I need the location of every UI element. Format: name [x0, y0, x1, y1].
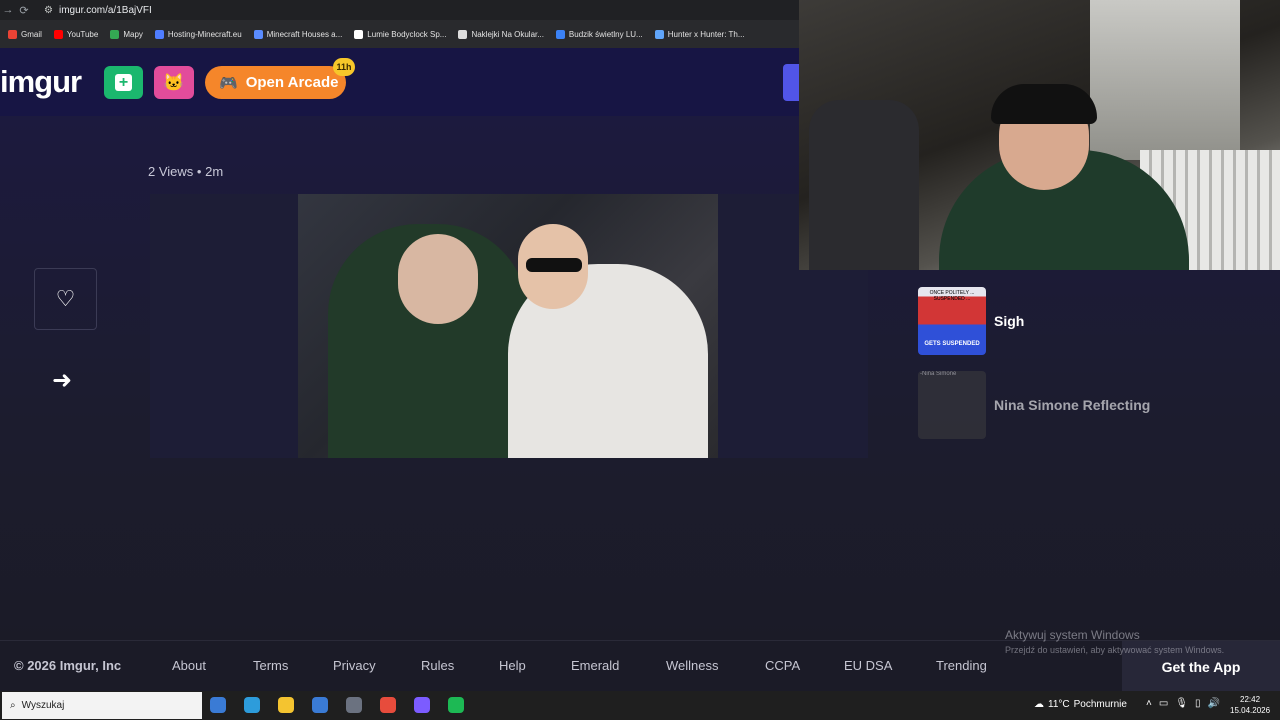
taskbar-app-icon[interactable] [278, 697, 294, 713]
footer-link-terms[interactable]: Terms [253, 658, 288, 673]
share-button[interactable]: ➜ [52, 366, 72, 395]
youtube-icon [53, 29, 63, 39]
shop-icon [458, 29, 468, 39]
post-image[interactable] [298, 194, 718, 458]
bookmark-naklejki[interactable]: Naklejki Na Okular... [458, 29, 544, 39]
sidebar-post-title: Sigh [994, 313, 1025, 329]
chevron-up-icon[interactable]: ˄ [1146, 698, 1152, 709]
bookmark-lumie[interactable]: Lumie Bodyclock Sp... [354, 29, 446, 39]
footer-link-wellness[interactable]: Wellness [666, 658, 719, 673]
open-arcade-button[interactable]: 🎮 Open Arcade [205, 66, 346, 99]
sign-up-button-edge[interactable] [783, 64, 800, 101]
temperature: 11°C [1048, 699, 1070, 710]
hosting-icon [154, 29, 164, 39]
gmail-icon [8, 29, 17, 39]
url-text[interactable]: imgur.com/a/1BajVFI [59, 5, 152, 16]
heart-icon: ♡ [55, 286, 76, 311]
meta-separator: • [196, 164, 202, 179]
cloud-icon: ☁ [1034, 699, 1044, 710]
imgur-header: imgur + 🐱 🎮 Open Arcade 11h [0, 48, 800, 116]
search-icon: ⌕ [10, 700, 16, 711]
weather-condition: Pochmurnie [1073, 699, 1127, 710]
post-age: 2m [205, 164, 224, 179]
shop-icon [555, 29, 565, 39]
plus-icon: + [115, 74, 132, 91]
footer-link-ccpa[interactable]: CCPA [765, 658, 800, 673]
sidebar-post-sigh[interactable]: ONCE POLITELY ... SUSPENDED ... GETS SUS… [918, 286, 1234, 356]
windows-taskbar: ⌕ Wyszukaj ☁ 11°C Pochmurnie ˄ ▭ 🎙 ▯ 🔊 2… [0, 691, 1280, 720]
site-info-icon[interactable]: ⚙ [44, 5, 53, 16]
footer-link-privacy[interactable]: Privacy [333, 658, 376, 673]
new-post-button[interactable]: + [104, 66, 143, 99]
clock-date: 15.04.2026 [1230, 706, 1271, 715]
taskbar-app-icon[interactable] [346, 697, 362, 713]
footer-link-trending[interactable]: Trending [936, 658, 987, 673]
taskbar-app-icon[interactable] [448, 697, 464, 713]
footer-link-help[interactable]: Help [499, 658, 526, 673]
bookmark-hosting[interactable]: Hosting-Minecraft.eu [154, 29, 242, 39]
bookmark-minecraft-houses[interactable]: Minecraft Houses a... [253, 29, 342, 39]
post-thumbnail: -Nina Simone [918, 371, 986, 439]
network-icon[interactable]: ▭ [1159, 698, 1168, 709]
footer-link-about[interactable]: About [172, 658, 206, 673]
bookmark-mapy[interactable]: Mapy [110, 29, 143, 39]
system-tray: ˄ ▭ 🎙 ▯ 🔊 [1146, 698, 1220, 709]
post-meta: 2 Views • 2m [148, 164, 223, 179]
clock-time: 22:42 [1240, 695, 1261, 704]
bookmark-budzik[interactable]: Budzik świetlny LU... [555, 29, 643, 39]
taskbar-search-placeholder: Wyszukaj [21, 700, 65, 711]
forward-icon[interactable]: → [0, 4, 16, 16]
maps-icon [110, 29, 120, 39]
taskbar-weather[interactable]: ☁ 11°C Pochmurnie [1034, 699, 1127, 710]
gamepad-icon: 🎮 [219, 74, 238, 92]
taskbar-app-icon[interactable] [312, 697, 328, 713]
windows-activation-hint: Przejdź do ustawień, aby aktywować syste… [1005, 645, 1225, 655]
webcam-overlay [799, 0, 1280, 270]
pet-button[interactable]: 🐱 [154, 66, 194, 99]
taskbar-app-icon[interactable] [210, 697, 226, 713]
sidebar-post-title: Nina Simone Reflecting [994, 397, 1151, 413]
browser-address-bar: → ⟳ ⚙ imgur.com/a/1BajVFI [0, 0, 800, 20]
footer-link-rules[interactable]: Rules [421, 658, 454, 673]
battery-icon[interactable]: ▯ [1195, 698, 1201, 709]
taskbar-search[interactable]: ⌕ Wyszukaj [2, 692, 202, 719]
taskbar-apps [210, 697, 464, 713]
footer-link-eu-dsa[interactable]: EU DSA [844, 658, 892, 673]
bookmark-youtube[interactable]: YouTube [53, 29, 98, 39]
imgur-logo[interactable]: imgur [0, 64, 82, 100]
taskbar-app-icon[interactable] [414, 697, 430, 713]
taskbar-app-icon[interactable] [244, 697, 260, 713]
sidebar-post-nina[interactable]: -Nina Simone Nina Simone Reflecting [918, 370, 1234, 440]
bookmark-gmail[interactable]: Gmail [8, 29, 42, 39]
pet-face-icon: 🐱 [163, 72, 185, 92]
copyright: © 2026 Imgur, Inc [14, 658, 122, 673]
arcade-badge: 11h [333, 58, 355, 76]
like-button[interactable]: ♡ [34, 268, 97, 330]
bookmark-hunter[interactable]: Hunter x Hunter: Th... [654, 29, 745, 39]
bookmarks-bar: Gmail YouTube Mapy Hosting-Minecraft.eu … [0, 20, 800, 48]
taskbar-clock[interactable]: 22:42 15.04.2026 [1230, 694, 1270, 716]
share-arrow-icon: ➜ [52, 367, 73, 394]
open-arcade-label: Open Arcade [245, 74, 339, 91]
reload-icon[interactable]: ⟳ [16, 4, 32, 17]
hunter-icon [654, 29, 664, 39]
view-count: 2 Views [148, 164, 194, 179]
amazon-icon [354, 29, 364, 39]
post-thumbnail: ONCE POLITELY ... SUSPENDED ... GETS SUS… [918, 287, 986, 355]
windows-activation-watermark: Aktywuj system Windows [1005, 628, 1140, 642]
speaker-icon[interactable]: 🔊 [1208, 698, 1220, 709]
taskbar-app-icon[interactable] [380, 697, 396, 713]
minecraft-icon [253, 29, 263, 39]
footer-link-emerald[interactable]: Emerald [571, 658, 619, 673]
microphone-icon[interactable]: 🎙 [1175, 698, 1188, 709]
